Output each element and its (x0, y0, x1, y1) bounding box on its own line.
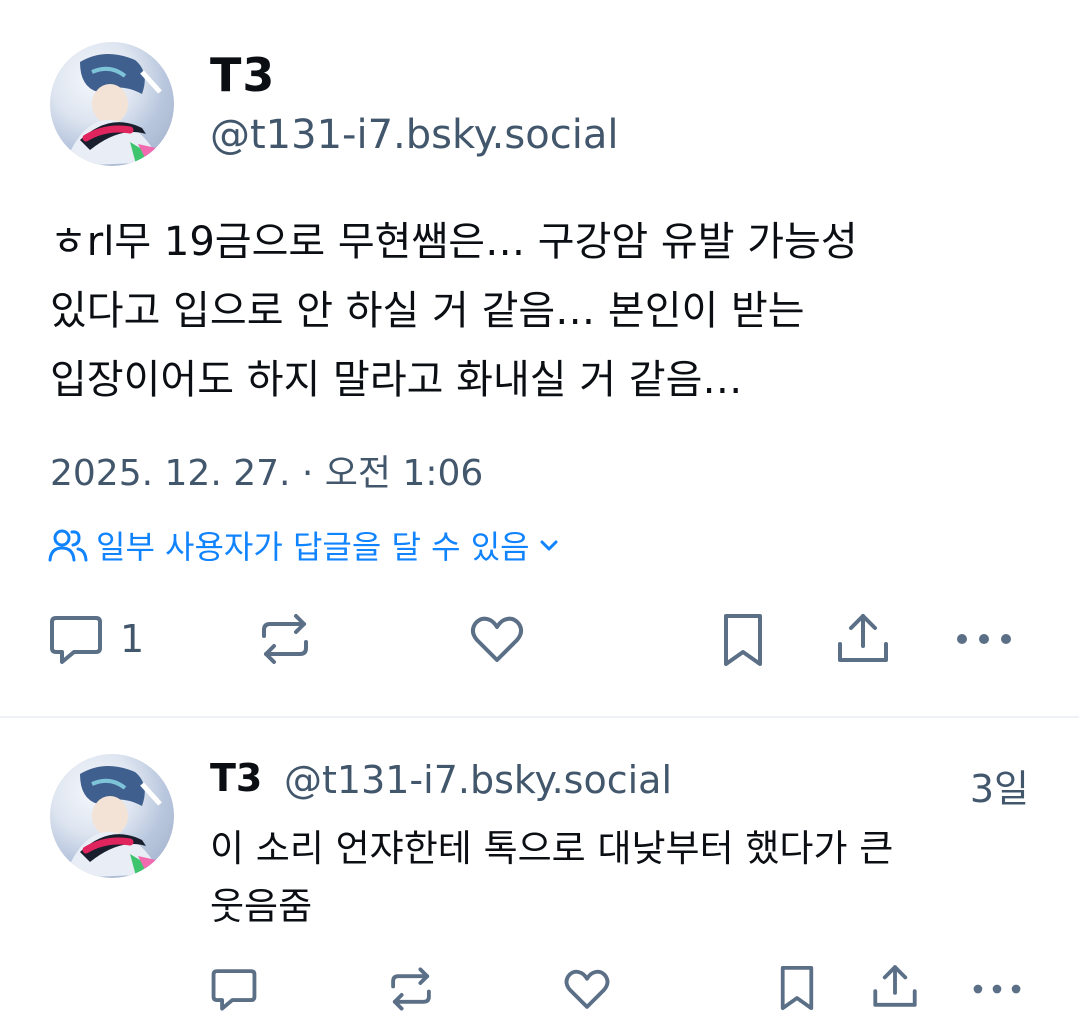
reply-setting[interactable]: 일부 사용자가 답글을 달 수 있음 (48, 522, 560, 568)
author-handle[interactable]: @t131-i7.bsky.social (210, 112, 618, 158)
reply-text: 이 소리 언쟈한테 톡으로 대낮부터 했다가 큰 웃음줌 (210, 827, 894, 928)
heart-icon (562, 966, 612, 1012)
reply-setting-label: 일부 사용자가 답글을 달 수 있음 (96, 528, 530, 566)
repost-arrows-icon (256, 612, 314, 666)
bookmark-icon (718, 612, 768, 668)
reply-age: 3일 (969, 767, 1029, 811)
heart-icon (468, 612, 526, 666)
bookmark-button[interactable] (718, 612, 768, 672)
reply-button[interactable]: 1 (48, 612, 144, 666)
repost-button[interactable] (256, 612, 314, 670)
reply-repost-button[interactable] (386, 966, 436, 1016)
reply-author-name[interactable]: T3 (210, 756, 262, 800)
comment-bubble-icon (48, 612, 104, 666)
author-avatar[interactable] (50, 42, 174, 166)
post-divider (0, 716, 1079, 718)
reply-like-button[interactable] (562, 966, 612, 1016)
like-button[interactable] (468, 612, 526, 670)
reply-author-handle[interactable]: @t131-i7.bsky.social (284, 758, 672, 802)
post-text: ㅎrl무 19금으로 무현쌤은… 구강암 유발 가능성 있다고 입으로 안 하실… (50, 219, 858, 403)
people-icon (48, 527, 88, 563)
author-name[interactable]: T3 (210, 48, 275, 102)
chevron-down-icon (538, 535, 560, 555)
share-button[interactable] (834, 610, 892, 670)
repost-arrows-icon (386, 966, 436, 1012)
reply-bookmark-button[interactable] (776, 964, 818, 1016)
more-dots-icon (968, 976, 1026, 1002)
share-upload-icon (870, 962, 920, 1010)
reply-reply-button[interactable] (210, 966, 258, 1016)
bookmark-icon (776, 964, 818, 1012)
more-dots-icon (954, 624, 1014, 654)
reply-count: 1 (120, 617, 145, 661)
more-button[interactable] (954, 624, 1014, 658)
reply-share-button[interactable] (870, 962, 920, 1014)
post-timestamp: 2025. 12. 27. · 오전 1:06 (50, 453, 484, 494)
reply-author-avatar[interactable] (50, 754, 174, 878)
share-upload-icon (834, 610, 892, 666)
comment-bubble-icon (210, 966, 258, 1012)
reply-more-button[interactable] (968, 976, 1026, 1006)
